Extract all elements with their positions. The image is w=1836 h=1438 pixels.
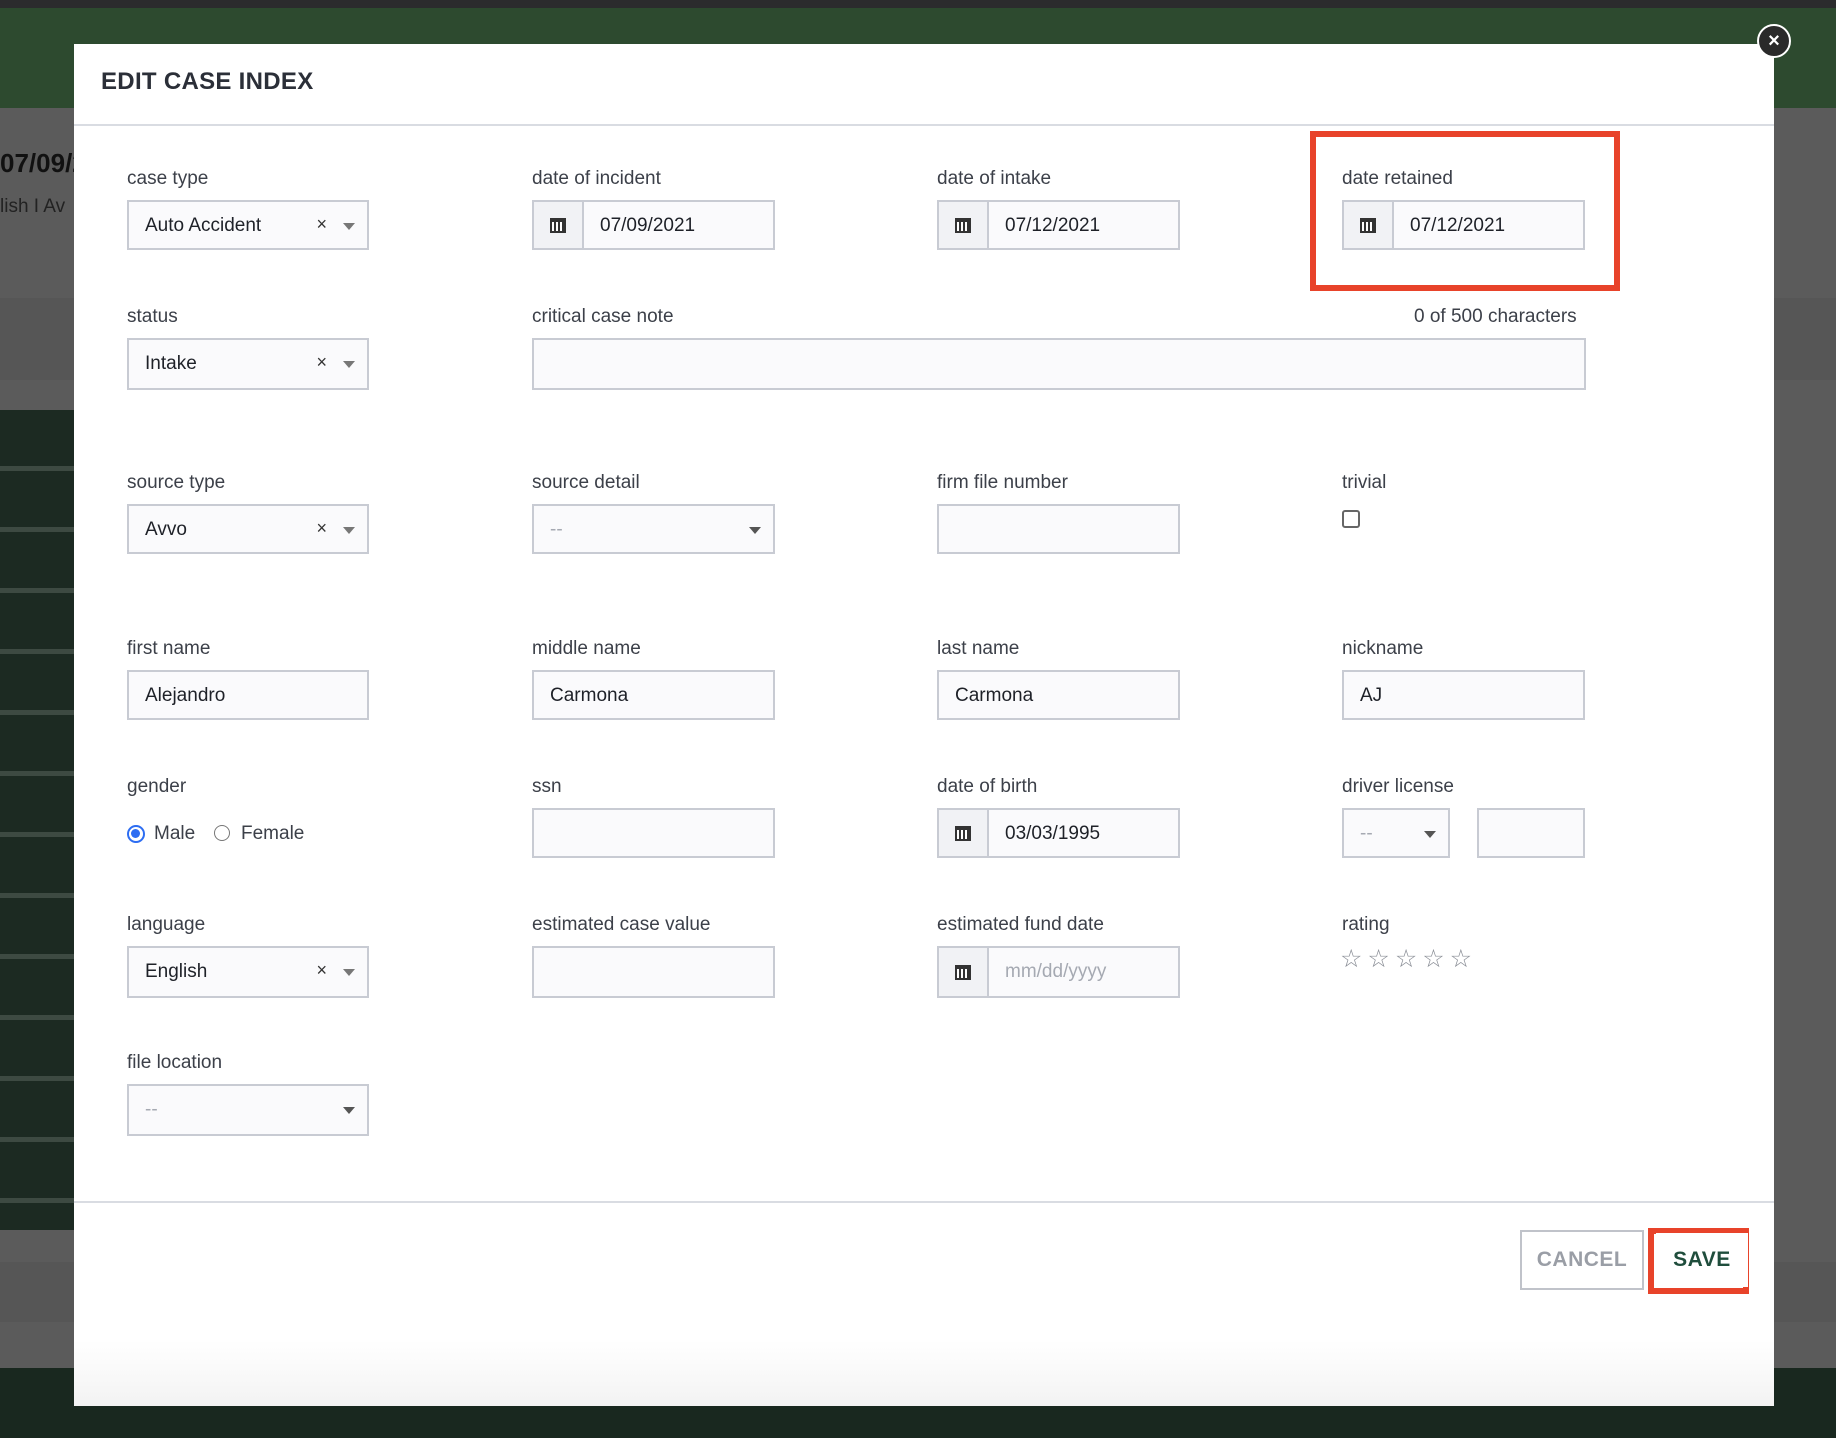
file-location-label: file location bbox=[127, 1052, 223, 1073]
status-value: Intake bbox=[145, 353, 197, 374]
estimated-fund-date-field[interactable]: mm/dd/yyyy bbox=[937, 946, 1180, 998]
rating-stars[interactable]: ☆☆☆☆☆ bbox=[1340, 944, 1477, 974]
estimated-case-value-input[interactable] bbox=[532, 946, 775, 998]
date-of-birth-label: date of birth bbox=[937, 776, 1038, 797]
calendar-icon[interactable] bbox=[534, 202, 584, 248]
middle-name-label: middle name bbox=[532, 638, 641, 659]
ssn-label: ssn bbox=[532, 776, 562, 797]
critical-case-note-label: critical case note bbox=[532, 306, 674, 327]
app-sidebar bbox=[0, 410, 74, 1230]
status-select[interactable]: Intake × bbox=[127, 338, 369, 390]
date-of-incident-field[interactable]: 07/09/2021 bbox=[532, 200, 775, 250]
gender-label: gender bbox=[127, 776, 187, 797]
modal-title: EDIT CASE INDEX bbox=[101, 68, 314, 95]
case-type-value: Auto Accident bbox=[145, 215, 262, 236]
app-top-bar bbox=[0, 0, 1836, 8]
language-select[interactable]: English × bbox=[127, 946, 369, 998]
trivial-label: trivial bbox=[1342, 472, 1387, 493]
chevron-down-icon bbox=[749, 527, 761, 534]
nickname-value: AJ bbox=[1360, 685, 1383, 706]
date-of-intake-field[interactable]: 07/12/2021 bbox=[937, 200, 1180, 250]
nickname-label: nickname bbox=[1342, 638, 1424, 659]
source-detail-placeholder: -- bbox=[550, 519, 563, 540]
close-icon[interactable]: × bbox=[1757, 24, 1791, 58]
language-label: language bbox=[127, 914, 206, 935]
chevron-down-icon bbox=[343, 1107, 355, 1114]
date-of-incident-value: 07/09/2021 bbox=[600, 215, 696, 236]
source-type-label: source type bbox=[127, 472, 226, 493]
gender-male-label[interactable]: Male bbox=[154, 823, 195, 845]
driver-license-state-placeholder: -- bbox=[1360, 823, 1373, 844]
file-location-placeholder: -- bbox=[145, 1099, 158, 1120]
driver-license-label: driver license bbox=[1342, 776, 1454, 797]
date-of-birth-field[interactable]: 03/03/1995 bbox=[937, 808, 1180, 858]
estimated-case-value-label: estimated case value bbox=[532, 914, 711, 935]
chevron-down-icon bbox=[1424, 831, 1436, 838]
character-counter: 0 of 500 characters bbox=[1414, 306, 1577, 327]
rating-label: rating bbox=[1342, 914, 1390, 935]
nickname-input[interactable]: AJ bbox=[1342, 670, 1585, 720]
first-name-input[interactable]: Alejandro bbox=[127, 670, 369, 720]
driver-license-number-input[interactable] bbox=[1477, 808, 1585, 858]
language-value: English bbox=[145, 961, 208, 982]
highlight-date-retained bbox=[1310, 131, 1620, 291]
first-name-value: Alejandro bbox=[145, 685, 226, 706]
last-name-value: Carmona bbox=[955, 685, 1034, 706]
clear-icon[interactable]: × bbox=[316, 518, 327, 539]
trivial-checkbox[interactable] bbox=[1342, 510, 1360, 528]
firm-file-number-label: firm file number bbox=[937, 472, 1068, 493]
chevron-down-icon bbox=[343, 223, 355, 230]
clear-icon[interactable]: × bbox=[316, 214, 327, 235]
date-of-incident-label: date of incident bbox=[532, 168, 661, 189]
source-type-value: Avvo bbox=[145, 519, 187, 540]
save-button[interactable]: SAVE bbox=[1656, 1233, 1748, 1287]
firm-file-number-input[interactable] bbox=[937, 504, 1180, 554]
chevron-down-icon bbox=[343, 527, 355, 534]
date-of-intake-label: date of intake bbox=[937, 168, 1052, 189]
source-detail-label: source detail bbox=[532, 472, 640, 493]
chevron-down-icon bbox=[343, 361, 355, 368]
source-detail-select[interactable]: -- bbox=[532, 504, 775, 554]
divider bbox=[74, 124, 1774, 126]
date-of-birth-value: 03/03/1995 bbox=[1005, 823, 1101, 844]
background-case-subtitle: lish I Av bbox=[0, 196, 66, 217]
middle-name-input[interactable]: Carmona bbox=[532, 670, 775, 720]
first-name-label: first name bbox=[127, 638, 211, 659]
chevron-down-icon bbox=[343, 969, 355, 976]
modal-bottom-fade bbox=[74, 1340, 1774, 1406]
estimated-fund-date-placeholder: mm/dd/yyyy bbox=[1005, 961, 1107, 982]
case-type-select[interactable]: Auto Accident × bbox=[127, 200, 369, 250]
case-type-label: case type bbox=[127, 168, 209, 189]
file-location-select[interactable]: -- bbox=[127, 1084, 369, 1136]
clear-icon[interactable]: × bbox=[316, 960, 327, 981]
gender-male-radio[interactable] bbox=[127, 825, 145, 843]
gender-female-label[interactable]: Female bbox=[241, 823, 304, 845]
cancel-button[interactable]: CANCEL bbox=[1520, 1230, 1644, 1290]
date-of-intake-value: 07/12/2021 bbox=[1005, 215, 1101, 236]
critical-case-note-input[interactable] bbox=[532, 338, 1586, 390]
gender-female-radio[interactable] bbox=[214, 825, 230, 841]
divider bbox=[74, 1201, 1774, 1203]
middle-name-value: Carmona bbox=[550, 685, 629, 706]
source-type-select[interactable]: Avvo × bbox=[127, 504, 369, 554]
clear-icon[interactable]: × bbox=[316, 352, 327, 373]
calendar-icon[interactable] bbox=[939, 948, 989, 996]
calendar-icon[interactable] bbox=[939, 202, 989, 248]
last-name-input[interactable]: Carmona bbox=[937, 670, 1180, 720]
driver-license-state-select[interactable]: -- bbox=[1342, 808, 1450, 858]
ssn-input[interactable] bbox=[532, 808, 775, 858]
calendar-icon[interactable] bbox=[939, 810, 989, 856]
status-label: status bbox=[127, 306, 178, 327]
last-name-label: last name bbox=[937, 638, 1020, 659]
estimated-fund-date-label: estimated fund date bbox=[937, 914, 1104, 935]
